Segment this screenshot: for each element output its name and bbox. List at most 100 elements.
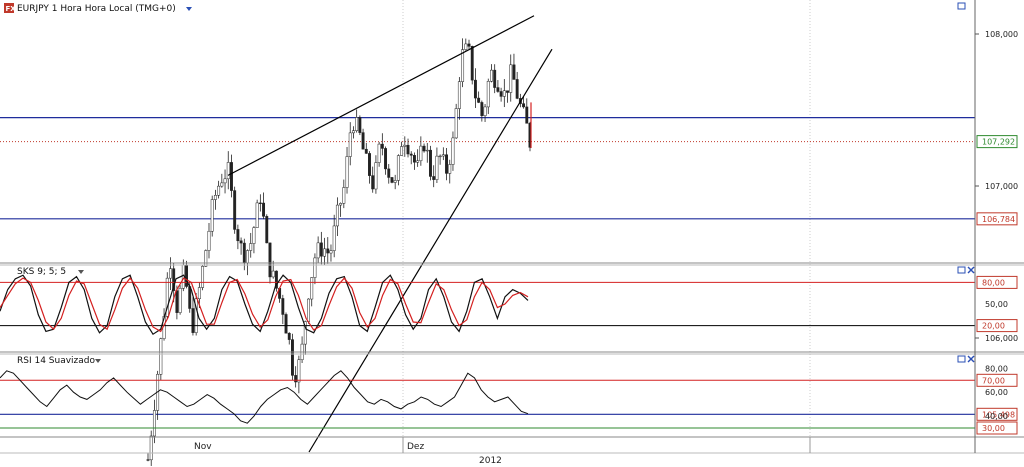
candle-body bbox=[525, 106, 529, 124]
rsi-title[interactable]: RSI 14 Suavizado bbox=[17, 356, 101, 366]
candle-body bbox=[470, 46, 474, 81]
price-tick-label: 108,000 bbox=[985, 30, 1018, 39]
candle-body bbox=[284, 314, 288, 334]
candle-body bbox=[152, 410, 156, 437]
candle-body bbox=[515, 79, 519, 99]
candle-body bbox=[364, 148, 368, 154]
candle-body bbox=[316, 242, 320, 259]
candle-body bbox=[441, 154, 445, 157]
candle-body bbox=[464, 43, 468, 50]
candle-body bbox=[432, 176, 436, 180]
candle-body bbox=[448, 164, 452, 174]
candle-body bbox=[213, 195, 217, 200]
candle-body bbox=[175, 290, 179, 313]
candle-body bbox=[233, 190, 237, 230]
candle-body bbox=[239, 240, 243, 244]
candle-body bbox=[197, 287, 201, 300]
x-label-year: 2012 bbox=[479, 456, 502, 466]
candle-body bbox=[252, 227, 256, 244]
candle-body bbox=[390, 177, 394, 183]
candle-body bbox=[210, 199, 214, 232]
candle-body bbox=[191, 308, 195, 333]
rsi-level-tag-label: 30,00 bbox=[982, 424, 1005, 433]
candle-body bbox=[454, 108, 458, 139]
candle-body bbox=[499, 91, 503, 97]
candle-body bbox=[223, 178, 227, 184]
hline-price-tag-label: 106,784 bbox=[982, 215, 1015, 224]
candle-body bbox=[493, 69, 497, 88]
x-label-dez: Dez bbox=[407, 442, 424, 452]
candle-body bbox=[297, 359, 301, 383]
candle-body bbox=[255, 202, 259, 228]
candle-body bbox=[396, 155, 400, 181]
candle-body bbox=[419, 145, 423, 162]
candle-body bbox=[384, 148, 387, 170]
candle-body bbox=[467, 43, 471, 47]
candle-body bbox=[169, 268, 172, 279]
candle-body bbox=[380, 143, 384, 149]
candle-body bbox=[262, 202, 266, 217]
candle-body bbox=[490, 69, 493, 82]
candle-body bbox=[323, 248, 327, 257]
candle-body bbox=[271, 270, 275, 278]
candle-body bbox=[477, 97, 481, 103]
price-tick-label: 106,000 bbox=[985, 334, 1018, 343]
candle-body bbox=[400, 146, 404, 156]
chart-title: EURJPY 1 Hora Hora Local (TMG+0) bbox=[17, 4, 176, 14]
candle-body bbox=[310, 277, 314, 300]
candle-body bbox=[242, 242, 246, 264]
candle-body bbox=[509, 64, 513, 93]
candle-body bbox=[335, 204, 339, 227]
candle-body bbox=[393, 180, 397, 183]
candle-body bbox=[371, 175, 375, 190]
candle-body bbox=[307, 298, 310, 322]
candle-body bbox=[149, 435, 153, 461]
candle-body bbox=[217, 185, 221, 196]
candle-body bbox=[332, 225, 336, 251]
candle-body bbox=[361, 132, 365, 150]
candle-body bbox=[422, 145, 426, 152]
stochastic-tag-label: 80,00 bbox=[982, 278, 1005, 287]
stochastic-tick-label: 50,00 bbox=[985, 300, 1008, 309]
rsi-level-tag-label: 70,00 bbox=[982, 376, 1005, 385]
candle-body bbox=[268, 242, 272, 278]
candle-body bbox=[345, 156, 349, 188]
candle-body bbox=[313, 257, 317, 278]
candle-body bbox=[522, 103, 526, 108]
fx-icon-glyph: FX bbox=[6, 5, 17, 13]
candle-body bbox=[351, 130, 355, 134]
symbol-title[interactable]: FX EURJPY 1 Hora Hora Local (TMG+0) bbox=[4, 3, 192, 14]
candle-body bbox=[406, 144, 410, 155]
x-label-nov: Nov bbox=[194, 442, 212, 452]
candle-body bbox=[178, 288, 182, 313]
candle-body bbox=[457, 81, 461, 109]
candle-body bbox=[438, 155, 442, 158]
candle-body bbox=[265, 216, 269, 244]
candle-body bbox=[339, 203, 343, 206]
candle-body bbox=[451, 137, 455, 165]
candle-body bbox=[220, 182, 224, 187]
candle-body bbox=[412, 155, 416, 163]
candle-body bbox=[403, 144, 407, 147]
candle-body bbox=[291, 339, 294, 376]
candle-body bbox=[281, 298, 285, 315]
candle-body bbox=[159, 338, 163, 375]
candle-body bbox=[358, 117, 362, 133]
candle-body bbox=[502, 90, 506, 97]
candle-body bbox=[246, 250, 249, 264]
candle-body bbox=[204, 250, 208, 267]
current-price-tag-label: 107,292 bbox=[982, 138, 1015, 147]
candle-body bbox=[342, 187, 346, 204]
candle-body bbox=[368, 153, 371, 176]
candle-body bbox=[486, 81, 490, 108]
candle-body bbox=[506, 90, 509, 93]
candle-body bbox=[294, 375, 298, 383]
candle-body bbox=[483, 106, 487, 116]
stochastic-title-text: SKS 9; 5; 5 bbox=[17, 267, 66, 277]
rsi-tick-label: 60,00 bbox=[985, 388, 1008, 397]
candle-body bbox=[416, 160, 420, 163]
candle-body bbox=[435, 155, 439, 180]
candle-body bbox=[473, 79, 477, 99]
candle-body bbox=[207, 230, 211, 251]
candle-body bbox=[188, 286, 192, 309]
